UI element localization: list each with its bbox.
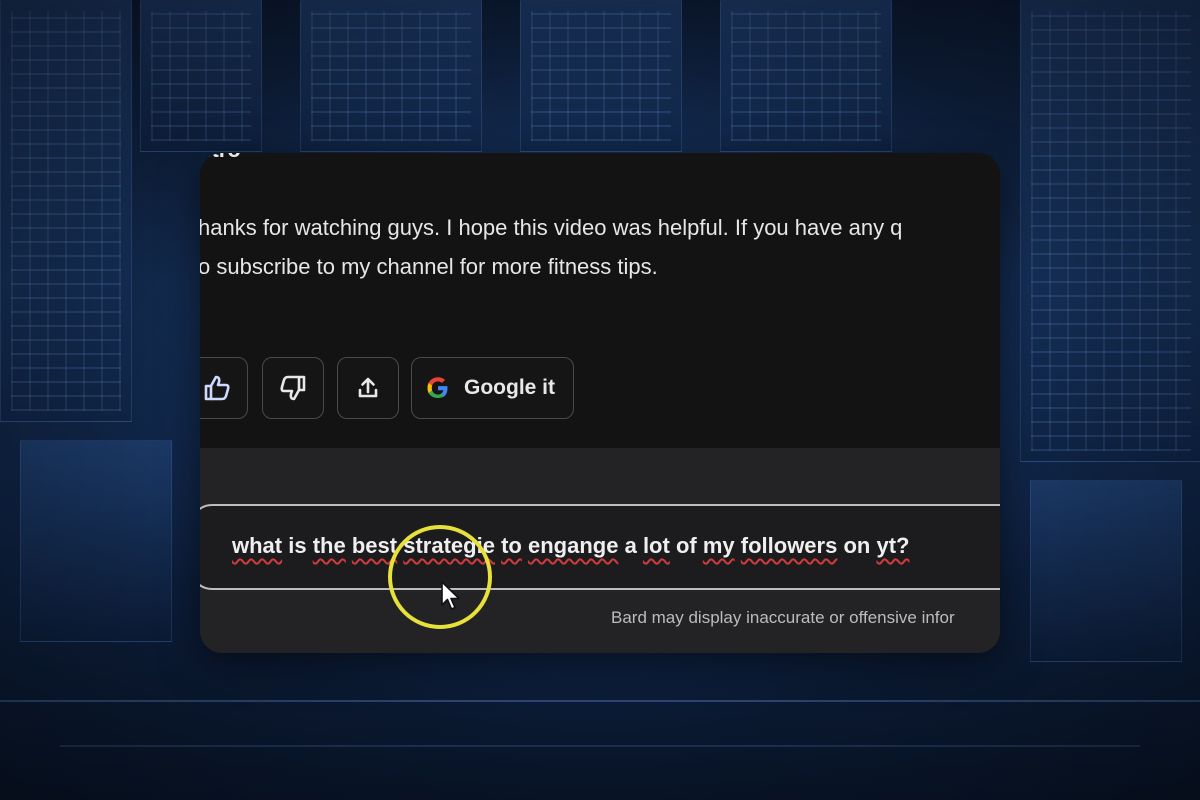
prompt-word: a [624, 533, 637, 558]
prompt-word: lot [642, 533, 670, 558]
prompt-word: best [351, 533, 398, 558]
prompt-word: to [501, 533, 522, 558]
response-text-line: o subscribe to my channel for more fitne… [200, 254, 658, 279]
bard-chat-window: utro hanks for watching guys. I hope thi… [200, 153, 1000, 653]
prompt-word: followers [740, 533, 838, 558]
prompt-panel: what is the best strategie to engange a … [200, 448, 1000, 653]
click-highlight-ring [388, 525, 492, 629]
prompt-word: yt? [876, 533, 910, 558]
prompt-word: on [843, 533, 871, 558]
disclaimer-text: Bard may display inaccurate or offensive… [611, 608, 955, 627]
google-it-label: Google it [464, 376, 555, 399]
thumbs-up-icon [204, 375, 230, 401]
thumbs-up-button[interactable] [200, 357, 248, 419]
share-button[interactable] [337, 357, 399, 419]
thumbs-down-icon [280, 375, 306, 401]
response-section-heading: utro [200, 153, 241, 163]
response-text-line: hanks for watching guys. I hope this vid… [200, 215, 903, 240]
prompt-word: is [288, 533, 307, 558]
prompt-input[interactable]: what is the best strategie to engange a … [200, 504, 1000, 590]
prompt-word: the [312, 533, 346, 558]
thumbs-down-button[interactable] [262, 357, 324, 419]
prompt-word: engange [527, 533, 619, 558]
prompt-word: my [702, 533, 735, 558]
google-g-icon [427, 377, 448, 398]
google-it-button[interactable]: Google it [411, 357, 574, 419]
prompt-word: of [675, 533, 697, 558]
tutorial-frame: utro hanks for watching guys. I hope thi… [0, 0, 1200, 800]
prompt-input-text: what is the best strategie to engange a … [232, 533, 909, 559]
mouse-pointer-icon [441, 581, 460, 610]
share-icon [358, 377, 378, 398]
response-panel: utro hanks for watching guys. I hope thi… [200, 153, 1000, 448]
prompt-word: what [232, 533, 283, 558]
